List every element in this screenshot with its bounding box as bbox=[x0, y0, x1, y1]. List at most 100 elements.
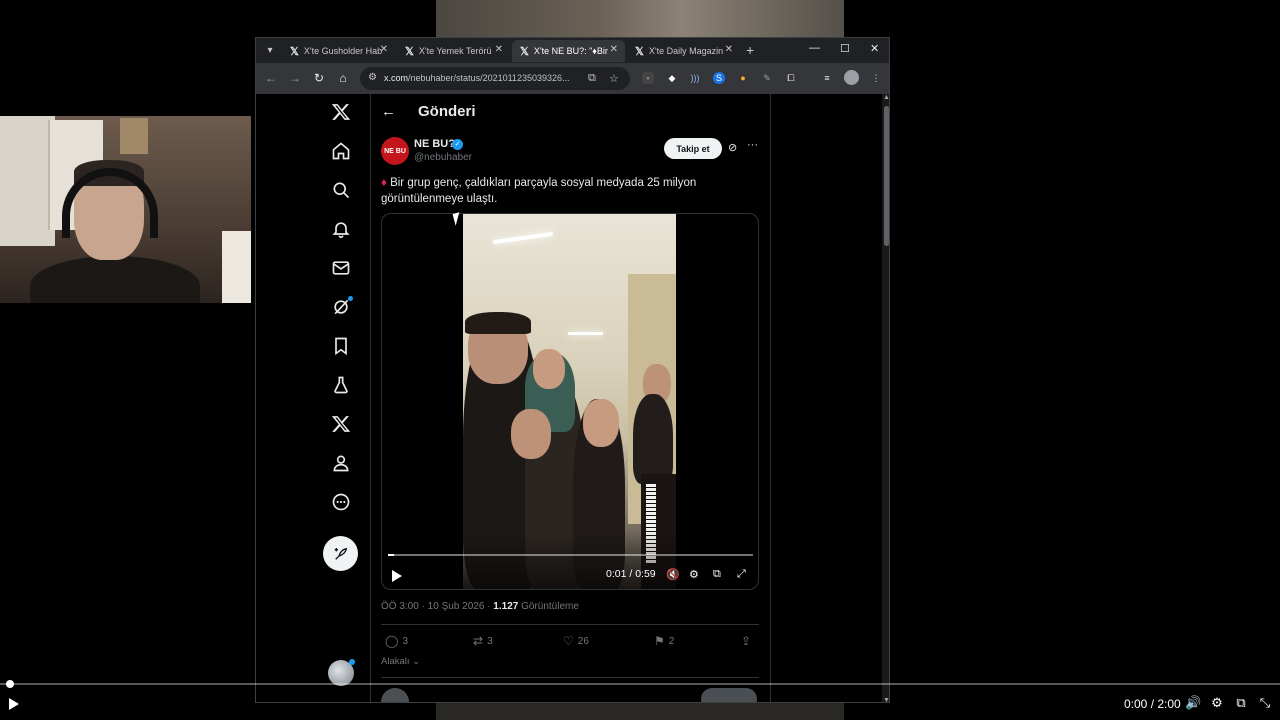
extension-icon[interactable]: ● bbox=[737, 72, 749, 84]
author-handle[interactable]: @nebuhaber bbox=[414, 152, 472, 163]
extension-icon[interactable]: ◆ bbox=[666, 72, 678, 84]
divider bbox=[381, 624, 759, 625]
feather-plus-icon bbox=[334, 547, 347, 560]
outer-progress-handle[interactable] bbox=[6, 680, 15, 688]
x-favicon-icon: 𝕏 bbox=[405, 45, 414, 58]
media-controls-icon[interactable]: ≡ bbox=[821, 72, 833, 84]
x-favicon-icon: 𝕏 bbox=[520, 45, 529, 58]
x-favicon-icon: 𝕏 bbox=[635, 45, 644, 58]
x-sidebar bbox=[326, 94, 356, 702]
site-info-icon[interactable]: ⚙ bbox=[368, 72, 377, 83]
explore-search-icon[interactable] bbox=[326, 177, 356, 203]
premium-x-icon[interactable] bbox=[326, 411, 356, 437]
x-logo-icon[interactable] bbox=[326, 99, 356, 125]
author-avatar[interactable]: NE BU bbox=[381, 137, 409, 165]
share-upload-icon: ⇪ bbox=[741, 634, 752, 648]
more-options-icon[interactable] bbox=[326, 489, 356, 515]
tab-4[interactable]: 𝕏 X'te Daily Magazin ✕ bbox=[627, 40, 740, 62]
post-detail-column: ← Gönderi NE BU NE BU? ✓ @nebuhaber Taki… bbox=[371, 94, 770, 702]
messages-envelope-icon[interactable] bbox=[326, 255, 356, 281]
outer-progress-bar[interactable] bbox=[0, 683, 1280, 685]
settings-gear-icon[interactable]: ⚙ bbox=[689, 568, 699, 581]
forward-icon[interactable]: → bbox=[288, 71, 302, 85]
repost-button[interactable]: ⇄ 3 bbox=[473, 634, 493, 648]
new-tab-button[interactable]: + bbox=[746, 42, 754, 58]
verified-badge-icon: ✓ bbox=[452, 139, 463, 150]
volume-icon[interactable]: 🔊 bbox=[1185, 695, 1201, 711]
bookmarks-icon[interactable] bbox=[326, 333, 356, 359]
tab-search-icon[interactable]: ▾ bbox=[262, 43, 278, 59]
author-name[interactable]: NE BU? bbox=[414, 138, 455, 150]
tweet-text-body: Bir grup genç, çaldıkları parçayla sosya… bbox=[381, 177, 697, 205]
extension-icon[interactable]: ))) bbox=[689, 72, 701, 84]
back-icon[interactable]: ← bbox=[264, 71, 278, 85]
grok-explain-icon[interactable]: ⊘ bbox=[728, 141, 737, 154]
extension-icon[interactable]: ▪ bbox=[642, 72, 654, 84]
video-play-icon[interactable] bbox=[392, 570, 402, 582]
page-viewport: ← Gönderi NE BU NE BU? ✓ @nebuhaber Taki… bbox=[256, 94, 889, 702]
close-tab-icon[interactable]: ✕ bbox=[610, 44, 618, 55]
video-progress-bar[interactable] bbox=[388, 554, 753, 556]
like-button[interactable]: ♡ 26 bbox=[563, 634, 589, 648]
fullscreen-icon[interactable]: ⤢ bbox=[737, 568, 746, 581]
column-divider bbox=[770, 94, 771, 702]
divider bbox=[381, 677, 759, 678]
views-count: 1.127 bbox=[493, 601, 519, 612]
share-button[interactable]: ⇪ bbox=[741, 634, 751, 648]
back-arrow-icon[interactable]: ← bbox=[381, 103, 396, 120]
related-dropdown[interactable]: Alakalı ⌄ bbox=[381, 656, 420, 667]
close-tab-icon[interactable]: ✕ bbox=[380, 44, 388, 55]
exit-fullscreen-icon[interactable]: ⤡ bbox=[1257, 695, 1273, 711]
url-text: x.com/nebuhaber/status/202101123503932​6… bbox=[384, 73, 570, 83]
reload-icon[interactable]: ↻ bbox=[312, 71, 326, 85]
reply-bubble-icon: ◯ bbox=[385, 634, 399, 648]
follow-button[interactable]: Takip et bbox=[664, 138, 722, 159]
heart-icon: ♡ bbox=[563, 634, 574, 648]
menu-kebab-icon[interactable]: ⋮ bbox=[870, 72, 882, 84]
outer-play-icon[interactable] bbox=[9, 698, 19, 710]
tab-title: X'te Gusholder Hab bbox=[303, 46, 383, 56]
scrollbar-thumb[interactable] bbox=[884, 106, 889, 246]
close-window-button[interactable]: ✕ bbox=[870, 42, 879, 55]
notifications-bell-icon[interactable] bbox=[326, 216, 356, 242]
profile-icon[interactable] bbox=[326, 450, 356, 476]
reply-button[interactable]: ◯ 3 bbox=[385, 634, 408, 648]
browser-toolbar: ← → ↻ ⌂ ⚙ x.com/nebuhaber/status/2021011… bbox=[256, 63, 889, 94]
communities-icon[interactable] bbox=[326, 372, 356, 398]
bookmark-button[interactable]: ⚑ 2 bbox=[654, 634, 674, 648]
tab-title: X'te NE BU?: "♦Bir bbox=[533, 46, 608, 56]
pip-icon[interactable]: ⧉ bbox=[713, 568, 721, 581]
bookmark-count: 2 bbox=[668, 635, 675, 647]
profile-avatar[interactable] bbox=[844, 70, 859, 85]
compose-post-button[interactable] bbox=[323, 536, 358, 571]
extensions-puzzle-icon[interactable]: ⧠ bbox=[785, 72, 797, 84]
mute-icon[interactable]: 🔇 bbox=[666, 568, 680, 581]
home-icon[interactable]: ⌂ bbox=[336, 71, 350, 85]
minimize-button[interactable]: — bbox=[809, 42, 820, 54]
page-title: Gönderi bbox=[418, 103, 476, 120]
home-icon[interactable] bbox=[326, 138, 356, 164]
post-meta: ÖÖ 3:00 · 10 Şub 2026 · 1.127 Görüntülem… bbox=[381, 601, 579, 612]
pip-icon[interactable]: ⧉ bbox=[1233, 695, 1249, 711]
address-bar[interactable]: ⚙ x.com/nebuhaber/status/202101123503932… bbox=[360, 67, 630, 90]
settings-gear-icon[interactable]: ⚙ bbox=[1209, 695, 1225, 711]
post-timestamp[interactable]: ÖÖ 3:00 · 10 Şub 2026 · bbox=[381, 601, 493, 612]
video-player[interactable]: 0:01 / 0:59 🔇 ⚙ ⧉ ⤢ bbox=[381, 213, 759, 590]
close-tab-icon[interactable]: ✕ bbox=[725, 44, 733, 55]
bookmark-star-icon[interactable]: ☆ bbox=[609, 72, 619, 85]
more-horizontal-icon[interactable]: ··· bbox=[747, 139, 758, 151]
tab-title: X'te Yemek Terörü bbox=[418, 46, 492, 56]
tab-1[interactable]: 𝕏 X'te Gusholder Hab ✕ bbox=[282, 40, 395, 62]
extension-icon[interactable]: S bbox=[713, 72, 725, 84]
tab-2[interactable]: 𝕏 X'te Yemek Terörü ✕ bbox=[397, 40, 510, 62]
page-scrollbar[interactable]: ▲ ▼ bbox=[882, 94, 889, 702]
grok-icon[interactable] bbox=[326, 294, 356, 320]
tab-3-active[interactable]: 𝕏 X'te NE BU?: "♦Bir ✕ bbox=[512, 40, 625, 62]
x-favicon-icon: 𝕏 bbox=[290, 45, 299, 58]
install-app-icon[interactable]: ⧉ bbox=[588, 72, 596, 85]
scroll-up-icon[interactable]: ▲ bbox=[883, 94, 889, 101]
maximize-button[interactable]: ☐ bbox=[840, 42, 850, 55]
chevron-down-icon: ⌄ bbox=[412, 656, 421, 667]
close-tab-icon[interactable]: ✕ bbox=[495, 44, 503, 55]
extension-icon[interactable]: ✎ bbox=[761, 72, 773, 84]
